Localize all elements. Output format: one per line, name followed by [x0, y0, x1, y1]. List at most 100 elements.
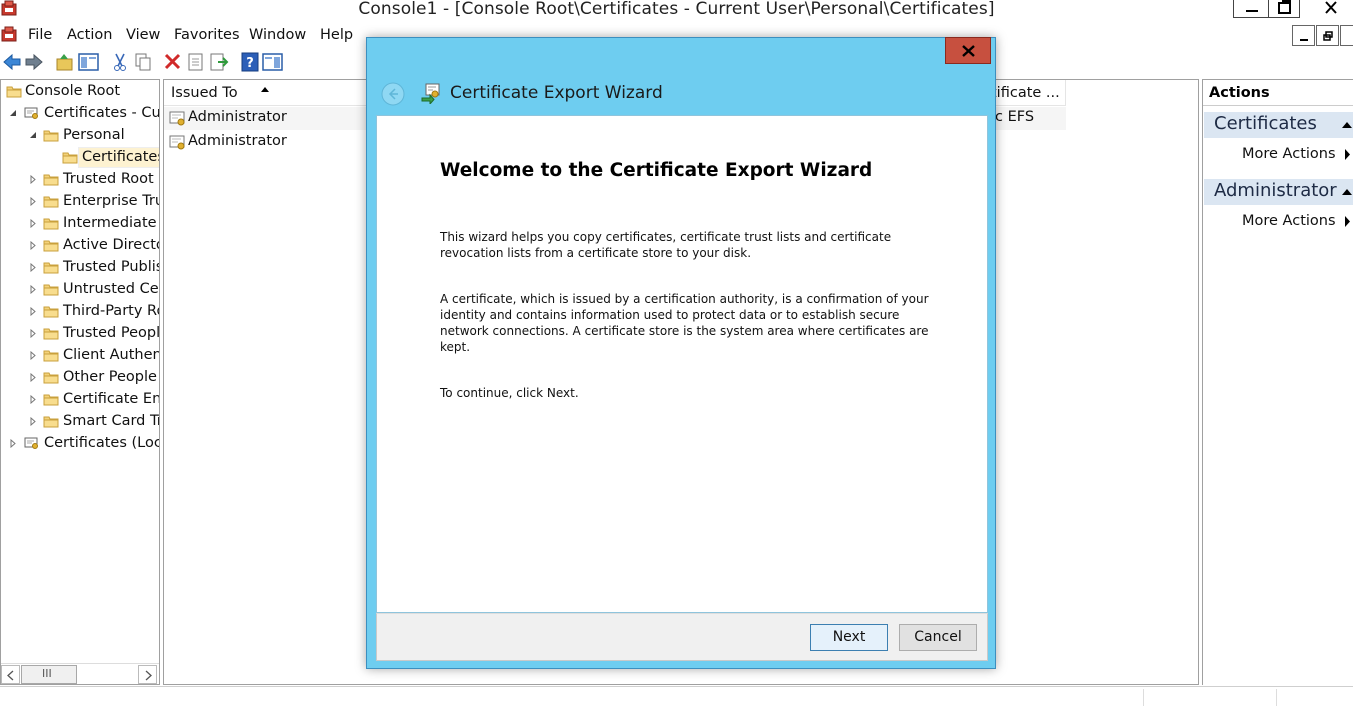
- collapsed-arrow-icon[interactable]: [29, 175, 37, 184]
- close-window-button[interactable]: [1309, 0, 1353, 18]
- actions-section-certificates[interactable]: Certificates: [1204, 112, 1353, 138]
- wizard-footer: Next Cancel: [376, 613, 988, 661]
- tree-item[interactable]: Third-Party Ro: [1, 301, 159, 323]
- menu-help[interactable]: Help: [320, 27, 353, 43]
- delete-icon[interactable]: [163, 51, 183, 73]
- tree-item[interactable]: Certificates (Loca: [1, 433, 160, 455]
- forward-arrow-icon[interactable]: [24, 51, 44, 73]
- certificate-snapin-icon: [24, 107, 38, 119]
- collapsed-arrow-icon[interactable]: [29, 351, 37, 360]
- scrollbar-grip: III: [42, 667, 52, 680]
- tree-item[interactable]: Certificate Enro: [1, 389, 160, 411]
- back-arrow-icon[interactable]: [2, 51, 22, 73]
- tree-item-label: Trusted People: [63, 325, 160, 341]
- collapsed-arrow-icon[interactable]: [29, 285, 37, 294]
- collapse-up-icon: [1342, 122, 1352, 128]
- child-minimize-button[interactable]: [1292, 25, 1315, 46]
- show-hide-tree-icon[interactable]: [78, 51, 99, 73]
- tree-item-label: Certificate Enro: [63, 391, 160, 407]
- collapsed-arrow-icon[interactable]: [9, 439, 17, 448]
- more-actions-label: More Actions: [1242, 146, 1336, 162]
- tree-item-label: Smart Card Tru: [63, 413, 159, 429]
- tree-item[interactable]: Enterprise Trus: [1, 191, 159, 213]
- export-list-icon[interactable]: [209, 51, 229, 73]
- console-tree[interactable]: Console Root Certificates - Curr Personal C…: [0, 79, 160, 685]
- collapsed-arrow-icon[interactable]: [29, 241, 37, 250]
- tree-item[interactable]: Active Director: [1, 235, 160, 257]
- expanded-arrow-icon[interactable]: [9, 109, 17, 118]
- tree-item[interactable]: Client Authenti: [1, 345, 159, 367]
- more-actions-link[interactable]: More Actions: [1203, 143, 1353, 165]
- folder-icon: [43, 196, 59, 208]
- tree-item[interactable]: Certificates - Curr: [1, 103, 159, 125]
- tree-item[interactable]: Personal: [1, 125, 159, 147]
- tree-item[interactable]: Trusted Root C: [1, 169, 160, 191]
- tree-item-label: Certificates: [78, 147, 159, 168]
- next-button[interactable]: Next: [810, 624, 888, 651]
- collapsed-arrow-icon[interactable]: [29, 197, 37, 206]
- tree-item-label: Certificates (Loca: [44, 435, 160, 451]
- child-restore-button[interactable]: [1316, 25, 1339, 46]
- scroll-left-button[interactable]: [1, 665, 20, 684]
- folder-icon: [43, 350, 59, 362]
- column-intended-purposes-label: tificate ...: [991, 85, 1060, 101]
- actions-section-administrator[interactable]: Administrator: [1204, 179, 1353, 205]
- console-menu-icon[interactable]: [0, 26, 20, 44]
- properties-icon[interactable]: [186, 51, 206, 73]
- tree-item[interactable]: Trusted People: [1, 323, 160, 345]
- cut-icon[interactable]: [110, 51, 130, 73]
- actions-section-title: Administrator: [1214, 180, 1337, 201]
- folder-icon: [43, 416, 59, 428]
- show-hide-action-pane-icon[interactable]: [262, 51, 283, 73]
- collapsed-arrow-icon[interactable]: [29, 263, 37, 272]
- folder-icon: [43, 218, 59, 230]
- up-folder-icon[interactable]: [55, 51, 75, 73]
- tree-item[interactable]: Untrusted Cert: [1, 279, 159, 301]
- tree-item-label: Trusted Root C: [63, 171, 160, 187]
- tree-item[interactable]: Console Root: [1, 81, 159, 103]
- column-issued-to[interactable]: Issued To: [164, 80, 369, 106]
- folder-icon: [43, 174, 59, 186]
- copy-icon[interactable]: [133, 51, 153, 73]
- wizard-content: Welcome to the Certificate Export Wizard…: [376, 115, 988, 613]
- scrollbar-thumb[interactable]: III: [21, 665, 77, 684]
- collapsed-arrow-icon[interactable]: [29, 395, 37, 404]
- cancel-button[interactable]: Cancel: [899, 624, 977, 651]
- tree-item[interactable]: Certificates: [1, 147, 159, 169]
- wizard-close-button[interactable]: [945, 37, 991, 64]
- help-icon[interactable]: ?: [240, 51, 260, 73]
- folder-icon: [43, 306, 59, 318]
- row-intended-purposes: ic EFS: [991, 109, 1035, 125]
- collapsed-arrow-icon[interactable]: [29, 417, 37, 426]
- menu-view[interactable]: View: [126, 27, 160, 43]
- tree-item[interactable]: Trusted Publish: [1, 257, 159, 279]
- menu-window[interactable]: Window: [249, 27, 306, 43]
- tree-item-label: Active Director: [63, 237, 160, 253]
- column-issued-to-label: Issued To: [171, 85, 238, 101]
- actions-section-title: Certificates: [1214, 113, 1317, 134]
- window-title: Console1 - [Console Root\Certificates - …: [358, 0, 995, 19]
- more-actions-link[interactable]: More Actions: [1203, 210, 1353, 232]
- wizard-back-button[interactable]: [380, 81, 406, 107]
- title-bar: Console1 - [Console Root\Certificates - …: [0, 0, 1353, 22]
- collapsed-arrow-icon[interactable]: [29, 219, 37, 228]
- scroll-right-button[interactable]: [138, 665, 157, 684]
- tree-item-label: Other People: [63, 369, 157, 385]
- tree-item[interactable]: Other People: [1, 367, 159, 389]
- tree-horizontal-scrollbar[interactable]: III: [1, 663, 159, 684]
- collapsed-arrow-icon[interactable]: [29, 307, 37, 316]
- tree-item[interactable]: Smart Card Tru: [1, 411, 159, 433]
- tree-item[interactable]: Intermediate C: [1, 213, 159, 235]
- minimize-button[interactable]: [1233, 0, 1269, 18]
- tree-item-label: Personal: [63, 127, 125, 143]
- menu-file[interactable]: File: [28, 27, 52, 43]
- actions-pane: Actions Certificates More Actions Admini…: [1202, 79, 1353, 685]
- collapsed-arrow-icon[interactable]: [29, 329, 37, 338]
- expanded-arrow-icon[interactable]: [29, 131, 37, 140]
- child-close-button[interactable]: [1340, 25, 1353, 46]
- menu-action[interactable]: Action: [67, 27, 112, 43]
- menu-favorites[interactable]: Favorites: [174, 27, 240, 43]
- mmc-console-window: Console1 - [Console Root\Certificates - …: [0, 0, 1353, 707]
- collapsed-arrow-icon[interactable]: [29, 373, 37, 382]
- restore-button[interactable]: [1268, 0, 1300, 18]
